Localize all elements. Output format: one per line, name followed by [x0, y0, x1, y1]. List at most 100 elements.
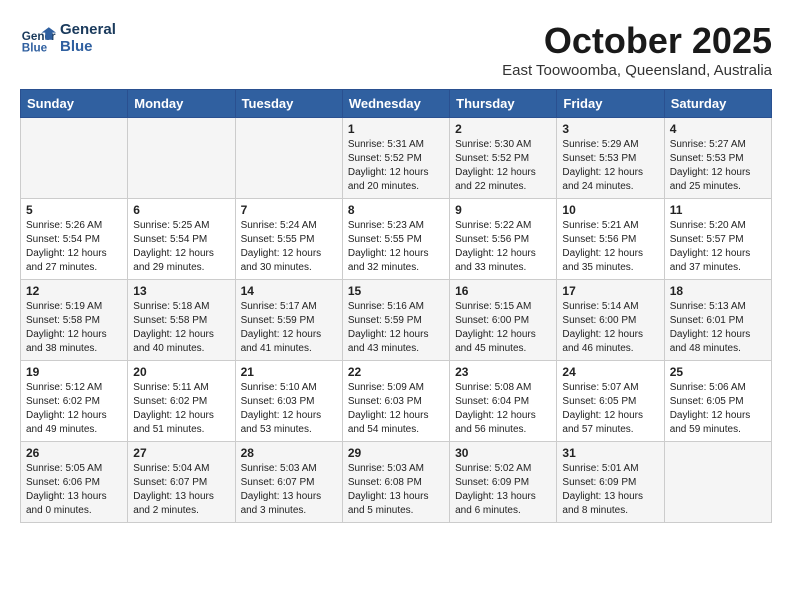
header-monday: Monday [128, 90, 235, 118]
day-number: 23 [455, 365, 551, 379]
header-saturday: Saturday [664, 90, 771, 118]
day-number: 25 [670, 365, 766, 379]
calendar-cell: 11 Sunrise: 5:20 AM Sunset: 5:57 PM Dayli… [664, 199, 771, 280]
calendar-cell [21, 118, 128, 199]
day-number: 24 [562, 365, 658, 379]
calendar-cell: 12Sunrise: 5:19 AM Sunset: 5:58 PM Dayli… [21, 280, 128, 361]
day-content: Sunrise: 5:12 AM Sunset: 6:02 PM Dayligh… [26, 381, 122, 437]
day-number: 20 [133, 365, 229, 379]
calendar-cell: 19 Sunrise: 5:12 AM Sunset: 6:02 PM Dayli… [21, 361, 128, 442]
day-content: Sunrise: 5:29 AM Sunset: 5:53 PM Dayligh… [562, 138, 658, 194]
day-content: Sunrise: 5:07 AM Sunset: 6:05 PM Dayligh… [562, 381, 658, 437]
day-content: Sunrise: 5:25 AM Sunset: 5:54 PM Dayligh… [133, 219, 229, 275]
day-number: 9 [455, 203, 551, 217]
day-content: Sunrise: 5:18 AM Sunset: 5:58 PM Dayligh… [133, 300, 229, 356]
day-number: 3 [562, 122, 658, 136]
day-content: Sunrise: 5:02 AM Sunset: 6:09 PM Dayligh… [455, 462, 551, 518]
day-number: 2 [455, 122, 551, 136]
calendar-cell: 25 Sunrise: 5:06 AM Sunset: 6:05 PM Dayli… [664, 361, 771, 442]
logo-blue: Blue [60, 38, 116, 55]
calendar-cell: 29 Sunrise: 5:03 AM Sunset: 6:08 PM Dayli… [342, 442, 449, 523]
day-content: Sunrise: 5:21 AM Sunset: 5:56 PM Dayligh… [562, 219, 658, 275]
day-number: 16 [455, 284, 551, 298]
calendar-cell: 16 Sunrise: 5:15 AM Sunset: 6:00 PM Dayli… [450, 280, 557, 361]
day-content: Sunrise: 5:04 AM Sunset: 6:07 PM Dayligh… [133, 462, 229, 518]
calendar-cell: 28 Sunrise: 5:03 AM Sunset: 6:07 PM Dayli… [235, 442, 342, 523]
day-number: 12 [26, 284, 122, 298]
calendar-cell: 3 Sunrise: 5:29 AM Sunset: 5:53 PM Daylig… [557, 118, 664, 199]
day-content: Sunrise: 5:17 AM Sunset: 5:59 PM Dayligh… [241, 300, 337, 356]
day-number: 11 [670, 203, 766, 217]
calendar-cell: 27 Sunrise: 5:04 AM Sunset: 6:07 PM Dayli… [128, 442, 235, 523]
calendar-cell: 31 Sunrise: 5:01 AM Sunset: 6:09 PM Dayli… [557, 442, 664, 523]
day-number: 27 [133, 446, 229, 460]
day-number: 18 [670, 284, 766, 298]
calendar-cell: 17Sunrise: 5:14 AM Sunset: 6:00 PM Dayli… [557, 280, 664, 361]
calendar-cell: 15Sunrise: 5:16 AM Sunset: 5:59 PM Dayli… [342, 280, 449, 361]
calendar-week-row: 5 Sunrise: 5:26 AM Sunset: 5:54 PM Daylig… [21, 199, 772, 280]
day-content: Sunrise: 5:03 AM Sunset: 6:07 PM Dayligh… [241, 462, 337, 518]
calendar-cell: 10 Sunrise: 5:21 AM Sunset: 5:56 PM Dayli… [557, 199, 664, 280]
day-content: Sunrise: 5:05 AM Sunset: 6:06 PM Dayligh… [26, 462, 122, 518]
title-block: October 2025 East Toowoomba, Queensland,… [502, 20, 772, 79]
day-content: Sunrise: 5:22 AM Sunset: 5:56 PM Dayligh… [455, 219, 551, 275]
day-number: 6 [133, 203, 229, 217]
day-number: 21 [241, 365, 337, 379]
page-header: General Blue General Blue October 2025 E… [20, 20, 772, 79]
calendar-week-row: 12Sunrise: 5:19 AM Sunset: 5:58 PM Dayli… [21, 280, 772, 361]
header-friday: Friday [557, 90, 664, 118]
day-content: Sunrise: 5:24 AM Sunset: 5:55 PM Dayligh… [241, 219, 337, 275]
day-number: 4 [670, 122, 766, 136]
day-content: Sunrise: 5:01 AM Sunset: 6:09 PM Dayligh… [562, 462, 658, 518]
calendar-week-row: 26 Sunrise: 5:05 AM Sunset: 6:06 PM Dayli… [21, 442, 772, 523]
day-content: Sunrise: 5:08 AM Sunset: 6:04 PM Dayligh… [455, 381, 551, 437]
day-number: 29 [348, 446, 444, 460]
svg-text:Blue: Blue [22, 42, 48, 55]
day-number: 7 [241, 203, 337, 217]
calendar-header-row: SundayMondayTuesdayWednesdayThursdayFrid… [21, 90, 772, 118]
day-content: Sunrise: 5:13 AM Sunset: 6:01 PM Dayligh… [670, 300, 766, 356]
day-content: Sunrise: 5:06 AM Sunset: 6:05 PM Dayligh… [670, 381, 766, 437]
day-number: 14 [241, 284, 337, 298]
day-content: Sunrise: 5:16 AM Sunset: 5:59 PM Dayligh… [348, 300, 444, 356]
calendar-cell: 5 Sunrise: 5:26 AM Sunset: 5:54 PM Daylig… [21, 199, 128, 280]
day-number: 10 [562, 203, 658, 217]
calendar-cell: 30 Sunrise: 5:02 AM Sunset: 6:09 PM Dayli… [450, 442, 557, 523]
day-content: Sunrise: 5:26 AM Sunset: 5:54 PM Dayligh… [26, 219, 122, 275]
logo-icon: General Blue [20, 20, 56, 56]
logo-general: General [60, 21, 116, 38]
calendar-cell: 2Sunrise: 5:30 AM Sunset: 5:52 PM Daylig… [450, 118, 557, 199]
day-number: 13 [133, 284, 229, 298]
day-content: Sunrise: 5:11 AM Sunset: 6:02 PM Dayligh… [133, 381, 229, 437]
calendar-cell: 26 Sunrise: 5:05 AM Sunset: 6:06 PM Dayli… [21, 442, 128, 523]
day-number: 31 [562, 446, 658, 460]
calendar-cell [128, 118, 235, 199]
day-content: Sunrise: 5:20 AM Sunset: 5:57 PM Dayligh… [670, 219, 766, 275]
day-content: Sunrise: 5:23 AM Sunset: 5:55 PM Dayligh… [348, 219, 444, 275]
location-subtitle: East Toowoomba, Queensland, Australia [502, 62, 772, 79]
day-number: 1 [348, 122, 444, 136]
header-sunday: Sunday [21, 90, 128, 118]
header-tuesday: Tuesday [235, 90, 342, 118]
day-content: Sunrise: 5:15 AM Sunset: 6:00 PM Dayligh… [455, 300, 551, 356]
calendar-cell: 7 Sunrise: 5:24 AM Sunset: 5:55 PM Daylig… [235, 199, 342, 280]
day-number: 5 [26, 203, 122, 217]
calendar-cell: 22Sunrise: 5:09 AM Sunset: 6:03 PM Dayli… [342, 361, 449, 442]
calendar-cell: 4Sunrise: 5:27 AM Sunset: 5:53 PM Daylig… [664, 118, 771, 199]
calendar-cell [664, 442, 771, 523]
day-number: 26 [26, 446, 122, 460]
day-number: 19 [26, 365, 122, 379]
calendar-cell: 1 Sunrise: 5:31 AM Sunset: 5:52 PM Daylig… [342, 118, 449, 199]
header-thursday: Thursday [450, 90, 557, 118]
calendar-table: SundayMondayTuesdayWednesdayThursdayFrid… [20, 89, 772, 523]
calendar-cell: 24 Sunrise: 5:07 AM Sunset: 6:05 PM Dayli… [557, 361, 664, 442]
day-content: Sunrise: 5:31 AM Sunset: 5:52 PM Dayligh… [348, 138, 444, 194]
day-number: 28 [241, 446, 337, 460]
day-number: 30 [455, 446, 551, 460]
day-number: 8 [348, 203, 444, 217]
day-number: 22 [348, 365, 444, 379]
day-content: Sunrise: 5:03 AM Sunset: 6:08 PM Dayligh… [348, 462, 444, 518]
calendar-cell: 21Sunrise: 5:10 AM Sunset: 6:03 PM Dayli… [235, 361, 342, 442]
day-number: 17 [562, 284, 658, 298]
calendar-cell: 23 Sunrise: 5:08 AM Sunset: 6:04 PM Dayli… [450, 361, 557, 442]
